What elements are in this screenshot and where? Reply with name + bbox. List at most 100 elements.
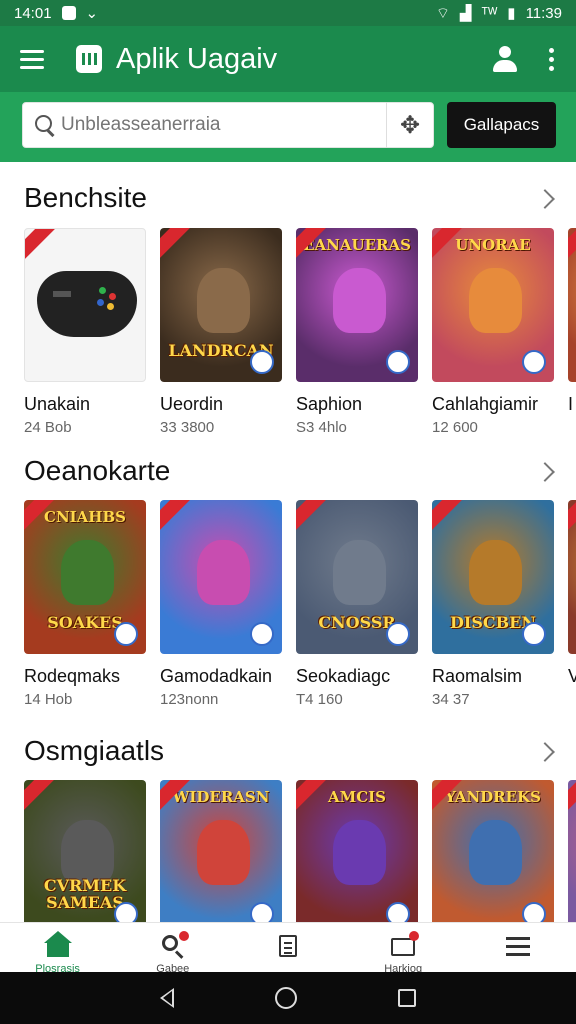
game-title: Ueordin bbox=[160, 394, 224, 414]
section-title: Oeanokarte bbox=[24, 455, 171, 486]
nav-item-more[interactable] bbox=[473, 923, 563, 973]
game-title: V bbox=[568, 666, 576, 686]
download-badge-icon bbox=[386, 622, 410, 646]
character-art bbox=[60, 540, 115, 605]
game-meta: 12 600 bbox=[432, 419, 478, 436]
character-art bbox=[332, 820, 387, 885]
game-card[interactable]: CVRMEK SAMEAS bbox=[24, 780, 146, 922]
signal-wave-icon: ⌄ bbox=[85, 5, 99, 22]
game-card[interactable]: UNORAE Cahlahgiamir 12 600 bbox=[432, 228, 554, 436]
game-thumbnail bbox=[568, 228, 576, 382]
status-bar: 14:01 ⌄ ⌔ ▟ ᵀᵂ ▮ 11:39 bbox=[0, 0, 576, 26]
game-card[interactable]: DISCBEN Raomalsim 34 37 bbox=[432, 500, 554, 708]
home-icon bbox=[43, 931, 72, 959]
game-thumbnail: UNORAE bbox=[432, 228, 554, 382]
character-art bbox=[196, 540, 251, 605]
notification-badge bbox=[178, 931, 189, 941]
game-thumbnail: CVRMEK SAMEAS bbox=[24, 780, 146, 922]
game-thumbnail: CNOSSR bbox=[296, 500, 418, 654]
character-art bbox=[468, 820, 523, 885]
game-card[interactable]: EANAUERAS Saphion S3 4hlo bbox=[296, 228, 418, 436]
nav-item-home[interactable]: Plosrasis bbox=[13, 923, 103, 973]
game-card[interactable]: AMCIS bbox=[296, 780, 418, 922]
game-card[interactable]: I bbox=[568, 228, 576, 415]
chevron-right-icon[interactable] bbox=[535, 742, 555, 762]
game-row: Unakain 24 Bob LANDRCAN Ueordin 33 3800 EANAU… bbox=[24, 228, 576, 438]
download-badge-icon bbox=[386, 350, 410, 374]
gamepad-icon bbox=[37, 271, 137, 337]
mail-icon bbox=[389, 931, 420, 959]
system-nav-bar bbox=[0, 972, 576, 1024]
search-box[interactable]: ✥ bbox=[22, 102, 434, 148]
chevron-right-icon[interactable] bbox=[535, 189, 555, 209]
download-badge-icon bbox=[522, 622, 546, 646]
app-notification-icon bbox=[61, 6, 76, 20]
recents-icon[interactable] bbox=[397, 989, 416, 1007]
game-card[interactable]: YANDREKS bbox=[432, 780, 554, 922]
corner-ribbon-icon bbox=[568, 780, 576, 813]
game-meta: 14 Hob bbox=[24, 691, 73, 708]
game-title: Raomalsim bbox=[432, 666, 523, 686]
download-badge-icon bbox=[250, 902, 274, 922]
thumbnail-title: AMCIS bbox=[327, 788, 387, 806]
game-card[interactable]: Unakain 24 Bob bbox=[24, 228, 146, 436]
game-row: CVRMEK SAMEAS WIDERASN AMCIS YANDREKS bbox=[24, 780, 576, 922]
network-label: ᵀᵂ bbox=[481, 4, 498, 22]
menu-icon[interactable] bbox=[20, 44, 50, 74]
game-card[interactable]: WIDERASN bbox=[160, 780, 282, 922]
game-meta: 24 Bob bbox=[24, 419, 72, 436]
game-thumbnail: CNIAHBS SOAKES bbox=[24, 500, 146, 654]
game-title: Gamodadkain bbox=[160, 666, 273, 686]
search-band: ✥ Gallapacs bbox=[0, 92, 576, 162]
character-art bbox=[196, 268, 251, 333]
more-options-icon[interactable] bbox=[546, 47, 556, 71]
game-thumbnail: AMCIS bbox=[296, 780, 418, 922]
search-icon bbox=[159, 931, 189, 959]
corner-ribbon-icon bbox=[160, 228, 191, 261]
search-input[interactable] bbox=[61, 114, 386, 136]
game-card[interactable]: Gamodadkain 123nonn bbox=[160, 500, 282, 708]
game-thumbnail bbox=[24, 228, 146, 382]
wifi-icon: ⌔ bbox=[435, 4, 450, 22]
game-title: I bbox=[568, 394, 574, 414]
game-card[interactable]: LANDRCAN Ueordin 33 3800 bbox=[160, 228, 282, 436]
game-title: Cahlahgiamir bbox=[432, 394, 539, 414]
gallery-button[interactable]: Gallapacs bbox=[447, 102, 556, 148]
character-art bbox=[332, 540, 387, 605]
game-title: Seokadiagc bbox=[296, 666, 391, 686]
corner-ribbon-icon bbox=[296, 500, 327, 533]
app-bar: Aplik Uagaiv bbox=[0, 26, 576, 92]
character-art bbox=[60, 820, 115, 885]
clipboard-icon bbox=[274, 933, 302, 959]
nav-item-messages[interactable]: Harkiog bbox=[358, 923, 448, 973]
nav-item-library[interactable] bbox=[243, 923, 333, 973]
character-art bbox=[196, 820, 251, 885]
game-title: Saphion bbox=[296, 394, 363, 414]
status-time-left: 14:01 bbox=[14, 4, 52, 22]
back-icon[interactable] bbox=[160, 988, 175, 1008]
game-meta: S3 4hlo bbox=[296, 419, 347, 436]
game-meta: T4 160 bbox=[296, 691, 343, 708]
search-icon bbox=[23, 102, 61, 148]
download-badge-icon bbox=[114, 902, 138, 922]
corner-ribbon-icon bbox=[160, 500, 191, 533]
game-row: CNIAHBS SOAKES Rodeqmaks 14 Hob Gamodadkain 1… bbox=[24, 500, 576, 710]
game-card[interactable]: CNOSSR Seokadiagc T4 160 bbox=[296, 500, 418, 708]
game-thumbnail: WIDERASN bbox=[160, 780, 282, 922]
filter-icon[interactable]: ✥ bbox=[387, 102, 433, 148]
thumbnail-title: UNORAE bbox=[455, 236, 531, 254]
character-art bbox=[332, 268, 387, 333]
profile-icon[interactable] bbox=[490, 44, 520, 74]
game-thumbnail bbox=[568, 500, 576, 654]
chevron-right-icon[interactable] bbox=[535, 462, 555, 482]
game-card[interactable]: V bbox=[568, 500, 576, 687]
game-card[interactable]: CNIAHBS SOAKES Rodeqmaks 14 Hob bbox=[24, 500, 146, 708]
section-title: Osmgiaatls bbox=[24, 735, 165, 766]
home-circle-icon[interactable] bbox=[274, 987, 297, 1009]
download-badge-icon bbox=[386, 902, 410, 922]
game-thumbnail: EANAUERAS bbox=[296, 228, 418, 382]
nav-item-search[interactable]: Gabee bbox=[128, 923, 218, 973]
game-card[interactable] bbox=[568, 780, 576, 922]
app-title: Aplik Uagaiv bbox=[116, 42, 278, 75]
game-title: Unakain bbox=[24, 394, 91, 414]
